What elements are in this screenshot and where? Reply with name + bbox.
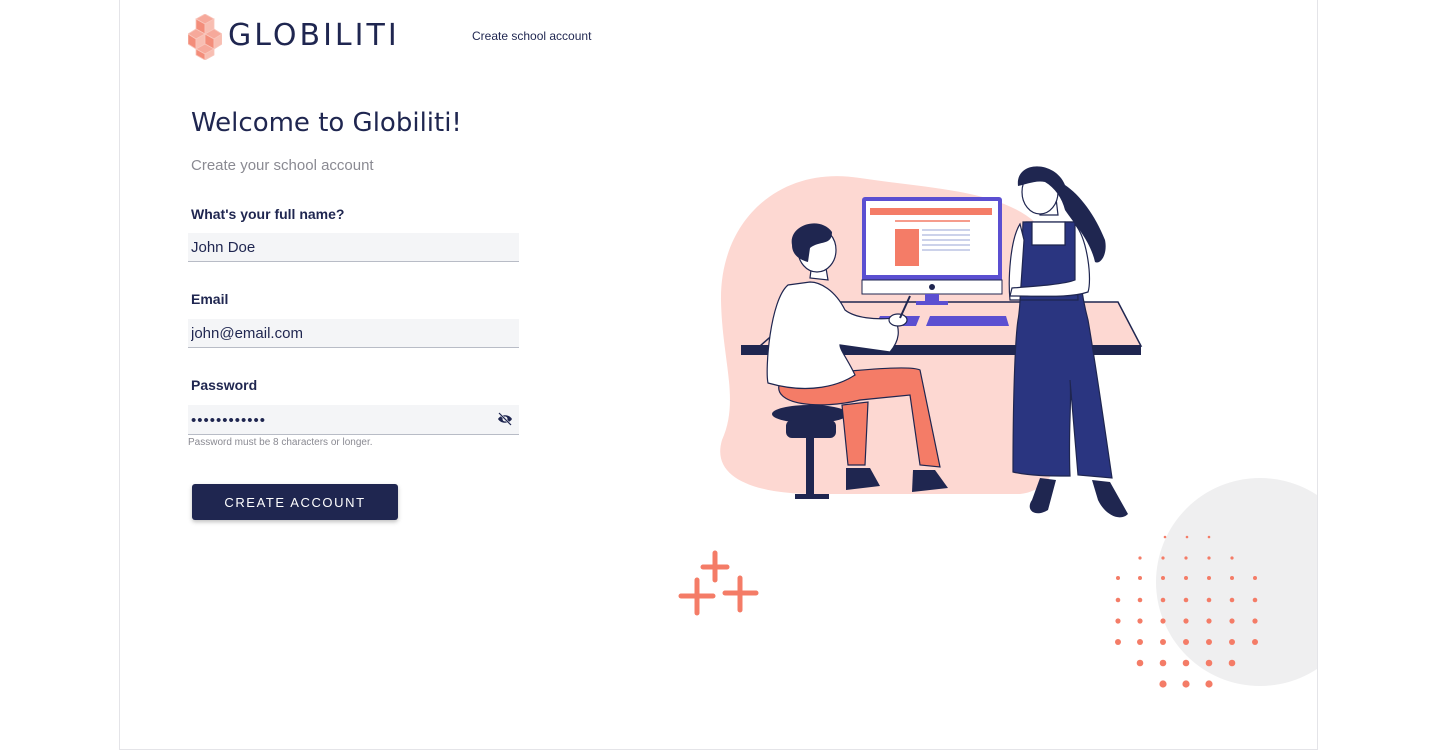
- password-label: Password: [191, 377, 258, 393]
- logo-cubes-icon: [188, 14, 222, 60]
- eye-slash-icon[interactable]: [497, 412, 513, 426]
- name-label: What's your full name?: [191, 206, 345, 222]
- create-school-account-link[interactable]: Create school account: [472, 29, 591, 43]
- logo-wordmark: GLOBILITI: [228, 18, 400, 53]
- password-input[interactable]: [188, 405, 493, 436]
- page-subtitle: Create your school account: [191, 157, 374, 174]
- password-hint: Password must be 8 characters or longer.: [188, 437, 373, 448]
- full-name-input[interactable]: [188, 233, 519, 262]
- page-frame: GLOBILITI Create school account Welcome …: [119, 0, 1318, 750]
- sparkle-icon: [678, 550, 759, 616]
- email-label: Email: [191, 291, 229, 307]
- page-title: Welcome to Globiliti!: [191, 108, 462, 138]
- decor-circle: [1156, 478, 1317, 686]
- create-account-button[interactable]: CREATE ACCOUNT: [192, 484, 398, 520]
- email-input[interactable]: [188, 319, 519, 348]
- password-field: [188, 405, 519, 436]
